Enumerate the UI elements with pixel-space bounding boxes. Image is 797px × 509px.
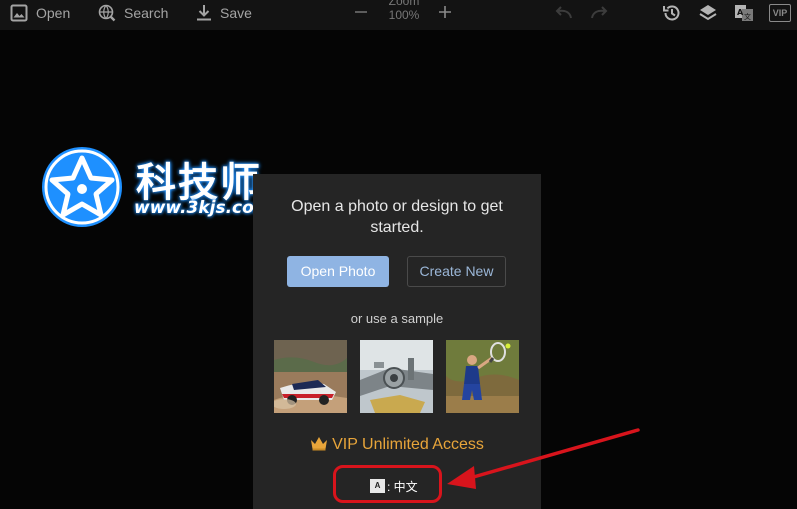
app-window: Open Search Save Zoom 100% A 文 VIP 科技师 w… — [0, 0, 797, 509]
annotation-arrow-icon — [447, 428, 640, 489]
